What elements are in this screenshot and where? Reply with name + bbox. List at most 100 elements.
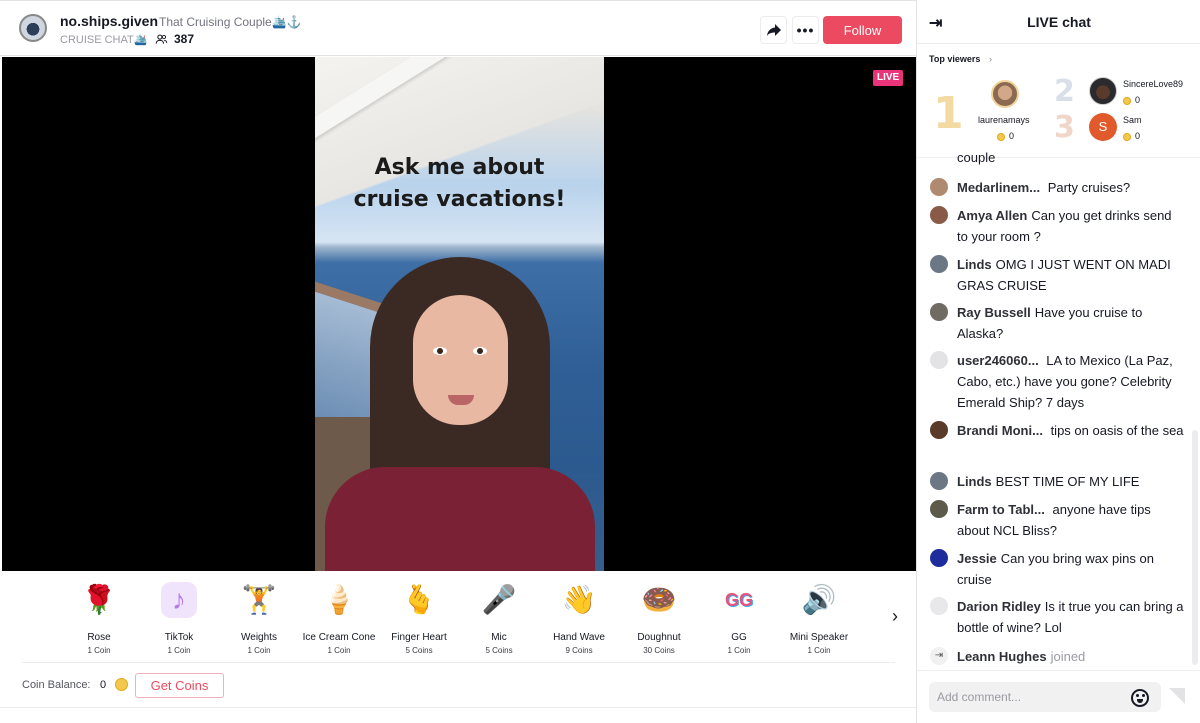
top-viewer-1-score: 0	[997, 131, 1014, 141]
message-username[interactable]: Darion Ridley	[957, 599, 1041, 614]
gifts-next-button[interactable]: ›	[892, 606, 898, 627]
gift-item[interactable]: 🍦 Ice Cream Cone 1 Coin	[299, 578, 379, 655]
top-viewer-1-name[interactable]: laurenamays	[978, 115, 1030, 125]
message-body: Linds OMG I JUST WENT ON MADI GRAS CRUISE	[930, 254, 1185, 296]
gift-item[interactable]: GG GG 1 Coin	[699, 578, 779, 655]
user-avatar[interactable]	[930, 206, 948, 224]
comment-input[interactable]	[929, 682, 1161, 712]
gift-name: Mini Speaker	[789, 632, 849, 643]
user-avatar[interactable]	[930, 500, 948, 518]
message-username[interactable]: Linds	[957, 474, 992, 489]
user-avatar[interactable]	[930, 255, 948, 273]
message-body: Farm to Tabl... anyone have tips about N…	[930, 499, 1185, 541]
overlay-line-1: Ask me about	[374, 155, 545, 180]
chat-message: Darion Ridley Is it true you can bring a …	[930, 596, 1185, 638]
message-body: user246060... LA to Mexico (La Paz, Cabo…	[930, 350, 1185, 413]
user-avatar[interactable]	[930, 303, 948, 321]
score-value: 0	[1135, 95, 1141, 105]
coin-icon	[997, 132, 1005, 141]
rank-3: 3	[1054, 110, 1075, 145]
message-username[interactable]: user246060...	[957, 353, 1039, 368]
get-coins-button[interactable]: Get Coins	[135, 673, 224, 698]
message-username[interactable]: Brandi Moni...	[957, 423, 1043, 438]
top-viewer-3-avatar[interactable]: S	[1089, 113, 1117, 141]
gift-bar: › 🌹 Rose 1 Coin ♪ TikTok 1 Coin 🏋 Weights 1 Coin…	[0, 572, 916, 664]
message-text: couple	[957, 150, 996, 165]
gift-item[interactable]: 🏋 Weights 1 Coin	[219, 578, 299, 655]
more-options-button[interactable]: •••	[792, 16, 819, 44]
user-avatar[interactable]	[930, 472, 948, 490]
host-name[interactable]: no.ships.given	[60, 13, 158, 29]
chat-message-partial: couple	[930, 150, 1185, 168]
live-chat-panel: ⇥ LIVE chat Top viewers › 1 laurenamays …	[916, 0, 1200, 723]
top-viewers-label[interactable]: Top viewers	[929, 54, 980, 64]
chat-title: LIVE chat	[1027, 14, 1091, 30]
chat-message: Amya Allen Can you get drinks send to you…	[930, 205, 1185, 247]
chat-scrollbar[interactable]	[1192, 430, 1198, 665]
message-body: Ray Bussell Have you cruise to Alaska?	[930, 302, 1185, 344]
doughnut-icon: 🍩	[641, 584, 677, 615]
tiktok-live-page: no.ships.given That Cruising Couple🛳️⚓ C…	[0, 0, 1200, 723]
gift-name: GG	[731, 632, 747, 643]
top-viewer-2-avatar[interactable]	[1089, 77, 1117, 105]
gift-item[interactable]: 🎤 Mic 5 Coins	[459, 578, 539, 655]
gift-name: Ice Cream Cone	[302, 632, 376, 643]
stream-panel: no.ships.given That Cruising Couple🛳️⚓ C…	[0, 0, 916, 723]
gift-name: Finger Heart	[391, 632, 447, 643]
chat-message: Brandi Moni... tips on oasis of the sea	[930, 420, 1185, 441]
mic-icon: 🎤	[481, 584, 517, 615]
send-icon[interactable]	[1169, 688, 1185, 704]
gift-item[interactable]: 🔊 Mini Speaker 1 Coin	[779, 578, 859, 655]
user-avatar[interactable]	[930, 549, 948, 567]
user-avatar[interactable]	[930, 178, 948, 196]
gift-price: 5 Coins	[405, 646, 433, 655]
gift-name: Doughnut	[637, 632, 681, 643]
join-username[interactable]: Leann Hughes	[957, 649, 1047, 664]
user-avatar[interactable]	[930, 597, 948, 615]
top-viewer-2-name[interactable]: SincereLove89	[1123, 79, 1183, 89]
coin-row: Coin Balance: 0 Get Coins	[0, 663, 916, 708]
top-viewer-1-avatar[interactable]	[991, 80, 1019, 108]
gift-name: Rose	[87, 632, 111, 643]
score-value: 0	[1009, 131, 1015, 141]
gift-item[interactable]: ♪ TikTok 1 Coin	[139, 578, 219, 655]
message-username[interactable]: Jessie	[957, 551, 997, 566]
user-avatar[interactable]	[930, 351, 948, 369]
gift-item[interactable]: 👋 Hand Wave 9 Coins	[539, 578, 619, 655]
gift-item[interactable]: 🌹 Rose 1 Coin	[59, 578, 139, 655]
coin-icon	[1123, 132, 1131, 141]
join-body: Leann Hughes joined	[930, 646, 1185, 667]
comment-area	[917, 670, 1200, 723]
gift-item[interactable]: 🫰 Finger Heart 5 Coins	[379, 578, 459, 655]
gift-item[interactable]: 🍩 Doughnut 30 Coins	[619, 578, 699, 655]
speaker-icon: 🔊	[801, 584, 837, 615]
rank-2: 2	[1054, 74, 1075, 109]
message-username[interactable]: Medarlinem...	[957, 180, 1040, 195]
join-event: ⇥ Leann Hughes joined	[930, 646, 1185, 667]
message-username[interactable]: Farm to Tabl...	[957, 502, 1045, 517]
top-viewer-3-name[interactable]: Sam	[1123, 115, 1142, 125]
video-player[interactable]: Ask me about cruise vacations! LIVE	[2, 57, 916, 571]
streamer-body	[325, 467, 595, 571]
user-avatar[interactable]	[930, 421, 948, 439]
message-username[interactable]: Linds	[957, 257, 992, 272]
coin-icon	[1123, 96, 1131, 105]
rose-icon: 🌹	[81, 584, 117, 615]
follow-button[interactable]: Follow	[823, 16, 902, 44]
chat-message: Farm to Tabl... anyone have tips about N…	[930, 499, 1185, 541]
emoji-icon[interactable]	[1131, 689, 1149, 707]
gift-price: 1 Coin	[247, 646, 271, 655]
viewer-count: 387	[155, 32, 194, 46]
gift-price: 5 Coins	[485, 646, 513, 655]
share-button[interactable]	[760, 16, 787, 44]
score-value: 0	[1135, 131, 1141, 141]
message-text: Party cruises?	[1044, 180, 1131, 195]
gg-icon: GG	[724, 590, 753, 610]
host-avatar[interactable]	[19, 14, 47, 42]
chevron-right-icon[interactable]: ›	[989, 54, 992, 64]
gift-price: 1 Coin	[87, 646, 111, 655]
message-username[interactable]: Amya Allen	[957, 208, 1027, 223]
message-username[interactable]: Ray Bussell	[957, 305, 1031, 320]
chat-message: Medarlinem... Party cruises?	[930, 177, 1185, 198]
chat-messages[interactable]: couple Medarlinem... Party cruises? Amya …	[917, 150, 1192, 670]
